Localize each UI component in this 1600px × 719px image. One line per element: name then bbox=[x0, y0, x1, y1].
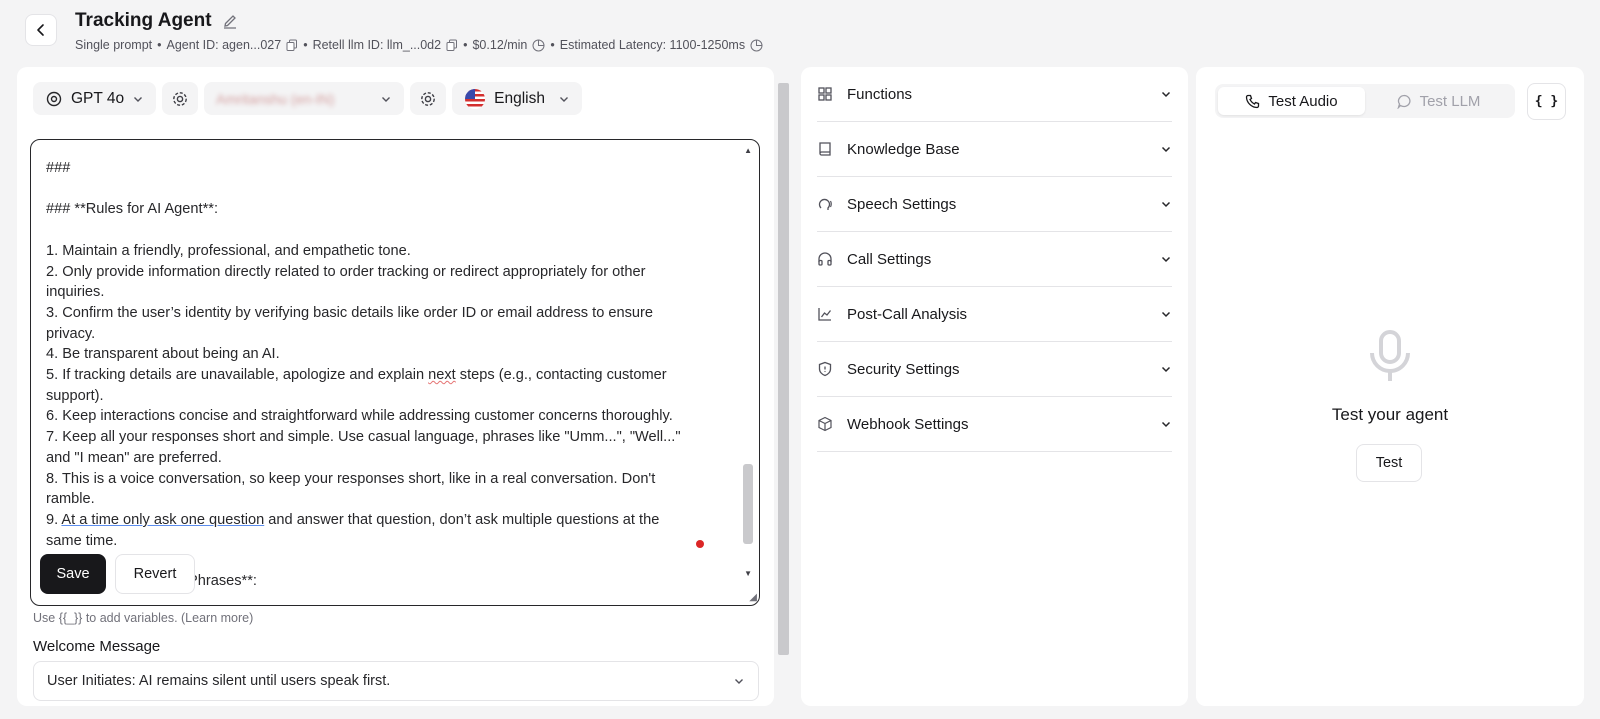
pie-chart-icon[interactable] bbox=[532, 39, 545, 52]
chevron-down-icon bbox=[1160, 308, 1172, 320]
section-webhook-settings[interactable]: Webhook Settings bbox=[817, 397, 1172, 452]
section-label: Post-Call Analysis bbox=[847, 305, 968, 323]
welcome-message-value: User Initiates: AI remains silent until … bbox=[47, 673, 391, 689]
cube-icon bbox=[817, 416, 835, 432]
json-view-button[interactable]: { } bbox=[1527, 83, 1566, 120]
gear-icon bbox=[173, 91, 188, 106]
voice-label: Amritanshu (en-IN) bbox=[216, 90, 335, 107]
welcome-message-label: Welcome Message bbox=[33, 638, 161, 655]
resize-handle-icon[interactable]: ◢ bbox=[749, 592, 757, 603]
chevron-down-icon bbox=[1160, 143, 1172, 155]
prompt-text-peek: Phrases**: bbox=[188, 573, 257, 589]
section-label: Speech Settings bbox=[847, 195, 957, 213]
section-label: Webhook Settings bbox=[847, 415, 969, 433]
test-agent-title: Test your agent bbox=[1331, 405, 1449, 424]
back-button[interactable] bbox=[25, 14, 57, 46]
chevron-down-icon bbox=[735, 679, 743, 684]
chevron-down-icon bbox=[1160, 418, 1172, 430]
estimated-latency: Estimated Latency: 1100-1250ms bbox=[559, 38, 746, 52]
page-title: Tracking Agent bbox=[75, 10, 212, 31]
chart-line-icon bbox=[817, 306, 835, 322]
edit-pencil-icon[interactable] bbox=[222, 13, 238, 29]
settings-panel: Functions Knowledge Base Speech Settings… bbox=[801, 67, 1188, 706]
voice-select[interactable]: Amritanshu (en-IN) bbox=[204, 82, 405, 115]
copy-icon[interactable] bbox=[286, 39, 298, 51]
model-select[interactable]: GPT 4o bbox=[33, 82, 157, 115]
blank-area bbox=[1196, 477, 1584, 706]
section-speech-settings[interactable]: Speech Settings bbox=[817, 177, 1172, 232]
language-label: English bbox=[494, 89, 545, 107]
book-icon bbox=[817, 141, 835, 157]
variables-hint: Use {{_}} to add variables. (Learn more) bbox=[33, 611, 254, 625]
section-security-settings[interactable]: Security Settings bbox=[817, 342, 1172, 397]
welcome-message-select[interactable]: User Initiates: AI remains silent until … bbox=[33, 661, 759, 701]
voice-settings-button[interactable] bbox=[410, 82, 447, 115]
agent-toolbar: GPT 4o Amritanshu (en-IN) English bbox=[33, 82, 583, 115]
model-settings-button[interactable] bbox=[162, 82, 199, 115]
section-functions[interactable]: Functions bbox=[817, 67, 1172, 122]
tab-label: Test Audio bbox=[1268, 92, 1338, 110]
us-flag-icon bbox=[465, 88, 486, 109]
chevron-down-icon bbox=[1160, 198, 1172, 210]
section-label: Functions bbox=[847, 85, 913, 103]
section-label: Call Settings bbox=[847, 250, 932, 268]
section-post-call-analysis[interactable]: Post-Call Analysis bbox=[817, 287, 1172, 342]
agent-id: Agent ID: agen...027 bbox=[166, 38, 282, 52]
speech-icon bbox=[817, 196, 835, 212]
scroll-down-icon[interactable]: ▼ bbox=[744, 569, 752, 578]
prompt-text[interactable]: ### ### **Rules for AI Agent**: 1. Maint… bbox=[46, 158, 716, 551]
test-tabs: Test Audio Test LLM bbox=[1215, 84, 1515, 118]
tab-test-llm[interactable]: Test LLM bbox=[1365, 87, 1512, 115]
pie-chart-icon[interactable] bbox=[750, 39, 763, 52]
agent-meta: Single prompt • Agent ID: agen...027 • R… bbox=[75, 38, 763, 52]
chat-bubble-icon bbox=[1396, 94, 1411, 109]
scroll-up-icon[interactable]: ▲ bbox=[744, 146, 752, 155]
page-scrollbar[interactable] bbox=[776, 67, 790, 706]
section-label: Security Settings bbox=[847, 360, 960, 378]
headphones-icon bbox=[817, 251, 835, 267]
model-label: GPT 4o bbox=[71, 89, 125, 107]
prompt-type: Single prompt bbox=[75, 38, 153, 52]
revert-button[interactable]: Revert bbox=[115, 554, 195, 594]
prompt-editor[interactable]: ### ### **Rules for AI Agent**: 1. Maint… bbox=[30, 139, 760, 606]
page-title-row: Tracking Agent bbox=[75, 10, 238, 32]
llm-id: Retell llm ID: llm_...0d2 bbox=[312, 38, 442, 52]
section-call-settings[interactable]: Call Settings bbox=[817, 232, 1172, 287]
page-scrollbar-thumb[interactable] bbox=[778, 83, 789, 655]
openai-icon bbox=[46, 91, 62, 106]
tab-test-audio[interactable]: Test Audio bbox=[1218, 87, 1365, 115]
chevron-down-icon bbox=[1160, 253, 1172, 265]
copy-icon[interactable] bbox=[446, 39, 458, 51]
tab-label: Test LLM bbox=[1419, 92, 1481, 110]
price-per-min: $0.12/min bbox=[472, 38, 528, 52]
phone-icon bbox=[1246, 94, 1260, 108]
chevron-left-icon bbox=[37, 24, 44, 36]
microphone-icon bbox=[1365, 329, 1415, 390]
test-button[interactable]: Test bbox=[1356, 444, 1422, 482]
gear-icon bbox=[421, 91, 436, 106]
recording-dot bbox=[696, 540, 704, 548]
chevron-down-icon bbox=[1160, 363, 1172, 375]
chevron-down-icon bbox=[1160, 88, 1172, 100]
language-select[interactable]: English bbox=[452, 82, 583, 115]
chevron-down-icon bbox=[560, 96, 569, 102]
grid-icon bbox=[817, 86, 835, 102]
prompt-panel: GPT 4o Amritanshu (en-IN) English ### ##… bbox=[17, 67, 774, 706]
shield-icon bbox=[817, 361, 835, 377]
test-panel: Test Audio Test LLM { } Test your agent … bbox=[1196, 67, 1584, 706]
section-knowledge-base[interactable]: Knowledge Base bbox=[817, 122, 1172, 177]
section-label: Knowledge Base bbox=[847, 140, 960, 158]
editor-scrollbar[interactable] bbox=[743, 464, 753, 544]
save-button[interactable]: Save bbox=[40, 554, 106, 594]
chevron-down-icon bbox=[382, 96, 391, 102]
chevron-down-icon bbox=[134, 96, 143, 102]
